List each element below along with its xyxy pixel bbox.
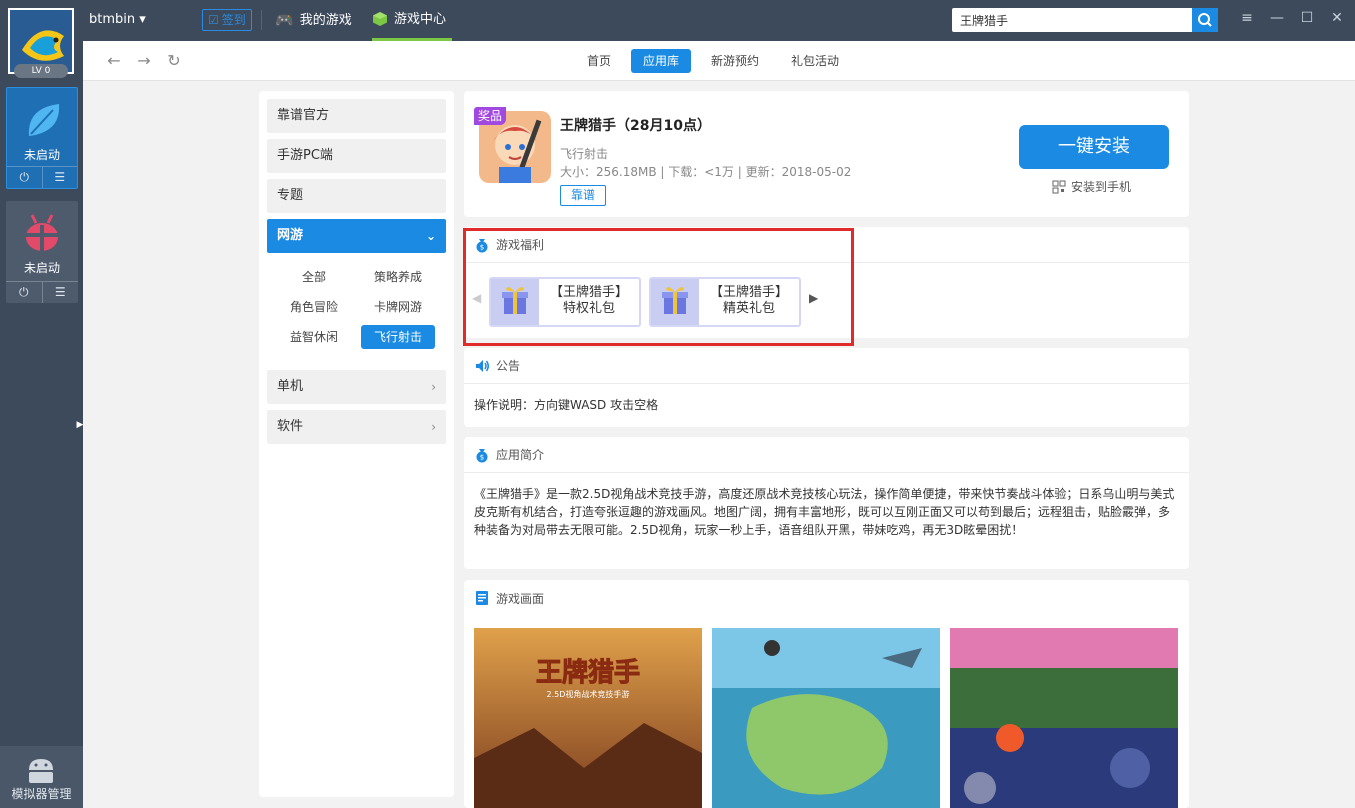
subcategory-all[interactable]: 全部	[277, 265, 351, 289]
search-button[interactable]	[1192, 8, 1218, 32]
emulator-manager-label: 模拟器管理	[11, 787, 72, 801]
screenshot-1[interactable]: 王牌猎手 2.5D视角战术竞技手游	[474, 628, 702, 808]
gamepad-icon: 🎮	[275, 11, 294, 29]
subcategory-puzzle[interactable]: 益智休闲	[277, 325, 351, 349]
close-icon[interactable]: ✕	[1329, 8, 1345, 28]
panel-title: 公告	[496, 359, 521, 373]
emulator-rail: LV 0 未启动 ⏻ ☰ 未启动 ⏻ ☰ 模拟器管理	[0, 0, 83, 808]
category-single-player[interactable]: 单机 ›	[267, 370, 446, 404]
panel-title: 游戏画面	[496, 591, 545, 606]
back-arrow-icon[interactable]: ←	[105, 52, 123, 70]
panel-title: 应用简介	[496, 448, 545, 462]
app-header-panel: 奖品 王牌猎手（28月10点） 飞行射击 大小：256.18MB | 下载：<1…	[464, 91, 1189, 217]
chevron-right-icon: ›	[431, 380, 436, 394]
game-screens-panel: 游戏画面 王牌猎手 2.5D视角战术竞技手游	[464, 580, 1189, 808]
sub-navigation: ← → ↻ 首页 应用库 新游预约 礼包活动	[83, 41, 1355, 81]
app-title: 王牌猎手（28月10点）	[560, 118, 711, 134]
category-online-games[interactable]: 网游 ⌄	[267, 219, 446, 253]
divider	[261, 10, 262, 30]
level-badge: LV 0	[14, 64, 68, 78]
search-box	[952, 8, 1218, 32]
signin-label: 签到	[221, 13, 246, 27]
tab-label: 我的游戏	[299, 13, 352, 28]
category-panel: 靠谱官方 手游PC端 专题 网游 ⌄ 全部 策略养成 角色冒险 卡牌网游 益智休…	[259, 91, 454, 797]
install-to-phone-label: 安装到手机	[1071, 180, 1132, 194]
signin-button[interactable]: ☑ 签到	[202, 9, 252, 31]
checkbox-icon: ☑	[208, 13, 219, 27]
username: btmbin	[89, 12, 136, 27]
emulator-status: 未启动	[23, 261, 60, 275]
screenshot-3[interactable]	[950, 628, 1178, 808]
prize-badge: 奖品	[474, 107, 506, 125]
emulator-1[interactable]: 未启动 ⏻ ☰	[6, 87, 78, 189]
tab-home[interactable]: 首页	[575, 49, 623, 73]
search-input[interactable]	[952, 8, 1192, 32]
bug-icon	[26, 214, 58, 251]
category-label: 单机	[277, 379, 304, 394]
emulator-manager-button[interactable]: 模拟器管理	[0, 746, 83, 808]
category-mobile-pc[interactable]: 手游PC端	[267, 139, 446, 173]
document-icon	[476, 591, 488, 605]
tab-new-reservations[interactable]: 新游预约	[699, 49, 771, 73]
cube-icon	[373, 12, 387, 26]
power-icon[interactable]: ⏻	[7, 167, 42, 188]
maximize-icon[interactable]: ☐	[1299, 8, 1315, 28]
subcategory-shooting[interactable]: 飞行射击	[361, 325, 435, 349]
install-to-phone-link[interactable]: 安装到手机	[1052, 178, 1131, 195]
refresh-icon[interactable]: ↻	[165, 52, 183, 70]
reliable-tag[interactable]: 靠谱	[560, 185, 607, 206]
hamburger-menu-icon[interactable]: ≡	[1239, 8, 1255, 28]
tab-game-center[interactable]: 游戏中心	[372, 0, 452, 41]
android-icon	[29, 759, 53, 783]
menu-icon[interactable]: ☰	[41, 167, 78, 188]
category-label: 软件	[277, 419, 304, 434]
highlight-box	[463, 228, 854, 346]
chevron-down-icon: ⌄	[425, 229, 436, 243]
search-icon	[1198, 13, 1212, 27]
emulator-2[interactable]: 未启动 ⏻ ☰	[6, 201, 78, 303]
intro-text: 《王牌猎手》是一款2.5D视角战术竞技手游，高度还原战术竞技核心玩法，操作简单便…	[474, 487, 1175, 537]
chevron-right-icon: ›	[431, 420, 436, 434]
emulator-status: 未启动	[23, 148, 60, 162]
qr-code-icon	[1052, 180, 1066, 193]
notice-text: 操作说明：方向键WASD 攻击空格	[474, 398, 659, 412]
tab-label: 游戏中心	[394, 11, 447, 27]
caret-down-icon: ▾	[139, 12, 146, 27]
screenshot-logo-text: 王牌猎手	[535, 658, 640, 689]
tab-app-library[interactable]: 应用库	[631, 49, 692, 73]
tab-gift-events[interactable]: 礼包活动	[779, 49, 851, 73]
one-click-install-button[interactable]: 一键安装	[1019, 125, 1169, 169]
screenshot-2[interactable]	[712, 628, 940, 808]
app-category: 飞行射击	[560, 147, 609, 161]
content-area: ← → ↻ 首页 应用库 新游预约 礼包活动 靠谱官方 手游PC端 专题 网游 …	[83, 41, 1355, 808]
screenshot-image	[950, 628, 1178, 808]
category-topics[interactable]: 专题	[267, 179, 446, 213]
subcategory-strategy[interactable]: 策略养成	[361, 265, 435, 289]
speaker-icon	[476, 359, 489, 372]
category-software[interactable]: 软件 ›	[267, 410, 446, 444]
tab-my-games[interactable]: 🎮 我的游戏	[275, 0, 352, 41]
app-meta: 大小：256.18MB | 下载：<1万 | 更新：2018-05-02	[560, 165, 852, 179]
notice-panel: 公告 操作说明：方向键WASD 攻击空格	[464, 348, 1189, 427]
screenshot-image	[712, 628, 940, 808]
subcategory-rpg[interactable]: 角色冒险	[277, 295, 351, 319]
category-official[interactable]: 靠谱官方	[267, 99, 446, 133]
power-icon[interactable]: ⏻	[6, 282, 42, 303]
username-dropdown[interactable]: btmbin ▾	[89, 12, 146, 27]
category-label: 网游	[277, 228, 304, 243]
money-bag-icon: $	[476, 448, 488, 462]
minimize-icon[interactable]: —	[1269, 8, 1285, 28]
leaf-icon	[28, 104, 60, 136]
subcategory-card[interactable]: 卡牌网游	[361, 295, 435, 319]
svg-text:$: $	[480, 453, 484, 461]
app-intro-panel: $ 应用简介 《王牌猎手》是一款2.5D视角战术竞技手游，高度还原战术竞技核心玩…	[464, 437, 1189, 569]
screenshot-logo-subtitle: 2.5D视角战术竞技手游	[546, 690, 630, 699]
title-bar: btmbin ▾ ☑ 签到 🎮 我的游戏 游戏中心 ≡ — ☐ ✕	[83, 0, 1355, 41]
forward-arrow-icon[interactable]: →	[135, 52, 153, 70]
menu-icon[interactable]: ☰	[41, 282, 79, 303]
